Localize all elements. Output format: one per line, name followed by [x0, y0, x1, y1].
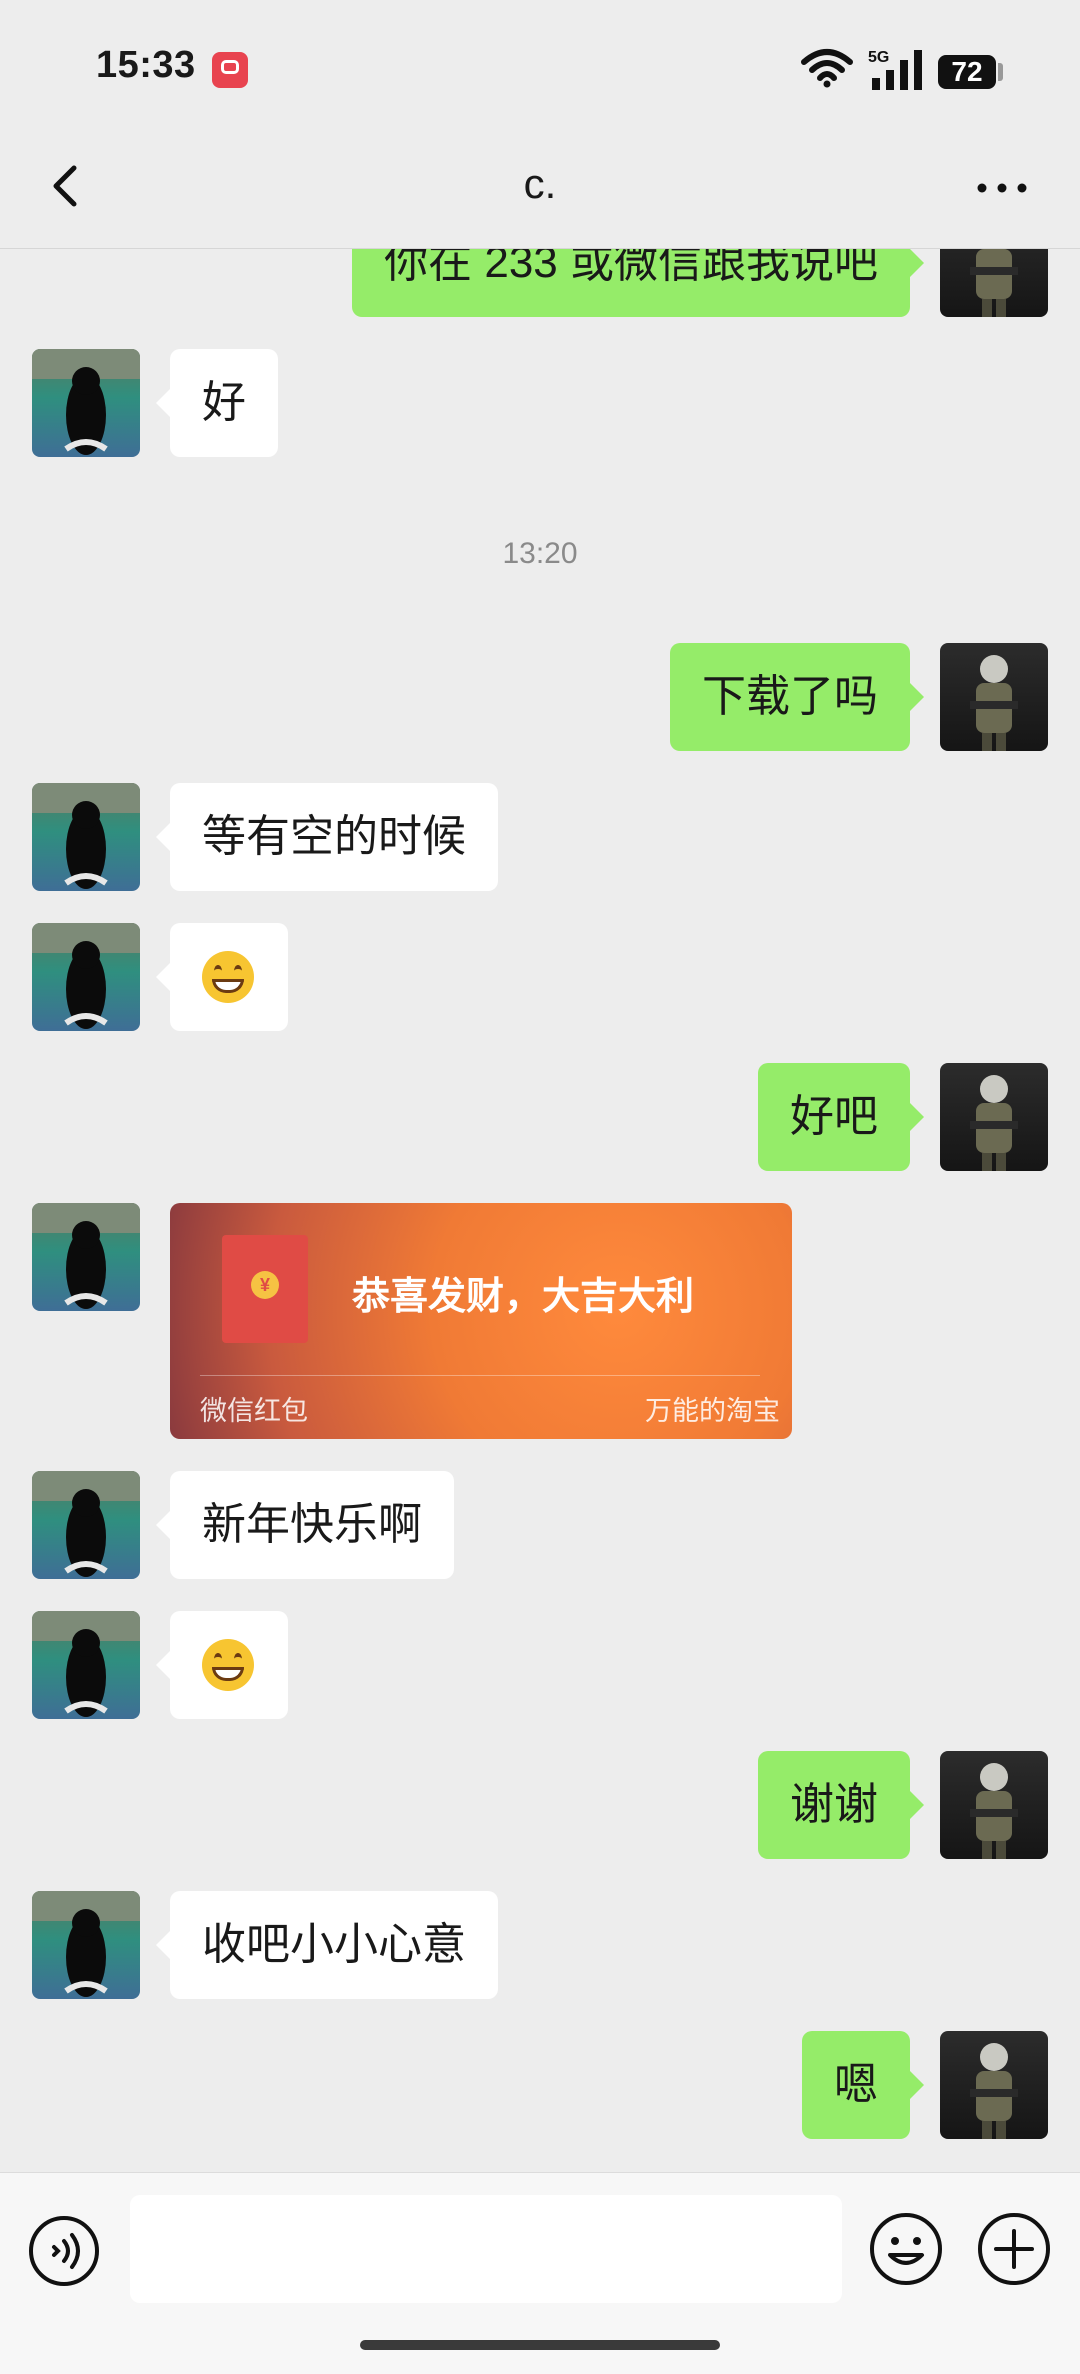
message-timestamp: 13:20 — [502, 537, 578, 570]
more-functions-plus-icon[interactable] — [976, 2211, 1052, 2287]
cellular-signal-icon: 5G — [868, 49, 922, 90]
notification-app-icon — [212, 52, 248, 88]
my-avatar[interactable] — [940, 249, 1048, 317]
contact-avatar[interactable] — [32, 349, 140, 457]
message-bubble-outgoing[interactable]: 嗯 — [802, 2031, 924, 2139]
red-packet-source: 微信红包 — [200, 1396, 308, 1426]
contact-avatar[interactable] — [32, 923, 140, 1031]
message-bubble-incoming[interactable]: 新年快乐啊 — [156, 1471, 454, 1579]
voice-input-icon[interactable] — [28, 2215, 100, 2287]
my-avatar[interactable] — [940, 1063, 1048, 1171]
message-bubble-incoming[interactable]: 等有空的时候 — [156, 783, 498, 891]
my-avatar[interactable] — [940, 643, 1048, 751]
my-avatar[interactable] — [940, 1751, 1048, 1859]
battery-indicator: 72 — [938, 55, 996, 89]
contact-avatar[interactable] — [32, 1611, 140, 1719]
emoji-picker-icon[interactable] — [868, 2211, 944, 2287]
grinning-face-emoji-icon — [202, 951, 254, 1003]
chat-header: c. — [0, 130, 1080, 249]
status-bar: 15:33 5G 72 — [0, 0, 1080, 130]
message-bubble-outgoing[interactable]: 谢谢 — [758, 1751, 924, 1859]
message-list[interactable]: 你在 233 或微信跟我说吧 好 13:20 下载了吗 等有空的时候 好吧 ¥ … — [0, 249, 1080, 2171]
battery-cap — [998, 63, 1003, 81]
chat-title: c. — [523, 160, 557, 207]
grinning-face-emoji-icon — [202, 1639, 254, 1691]
red-packet-greeting: 恭喜发财，大吉大利 — [352, 1276, 695, 1318]
back-icon[interactable] — [36, 156, 96, 216]
contact-avatar[interactable] — [32, 1891, 140, 1999]
red-envelope-icon — [222, 1235, 308, 1343]
contact-avatar[interactable] — [32, 1471, 140, 1579]
contact-avatar[interactable] — [32, 783, 140, 891]
home-indicator[interactable] — [360, 2340, 720, 2350]
message-bubble-incoming[interactable]: 好 — [156, 349, 278, 457]
my-avatar[interactable] — [940, 2031, 1048, 2139]
message-bubble-incoming[interactable] — [156, 923, 288, 1031]
status-time: 15:33 — [96, 44, 196, 86]
red-packet-card[interactable]: 恭喜发财，大吉大利 微信红包 万能的淘宝 — [170, 1203, 792, 1439]
red-packet-divider — [200, 1375, 760, 1376]
contact-avatar[interactable] — [32, 1203, 140, 1311]
message-bubble-outgoing[interactable]: 你在 233 或微信跟我说吧 — [352, 249, 924, 317]
message-bubble-outgoing[interactable]: 下载了吗 — [670, 643, 924, 751]
message-bubble-incoming[interactable] — [156, 1611, 288, 1719]
message-bubble-outgoing[interactable]: 好吧 — [758, 1063, 924, 1171]
red-packet-cover-name: 万能的淘宝 — [645, 1396, 780, 1426]
message-bubble-incoming[interactable]: 收吧小小心意 — [156, 1891, 498, 1999]
wifi-icon — [801, 49, 853, 88]
message-text-input[interactable] — [130, 2195, 842, 2303]
more-options-icon[interactable] — [972, 158, 1032, 218]
network-type-label: 5G — [868, 49, 889, 66]
